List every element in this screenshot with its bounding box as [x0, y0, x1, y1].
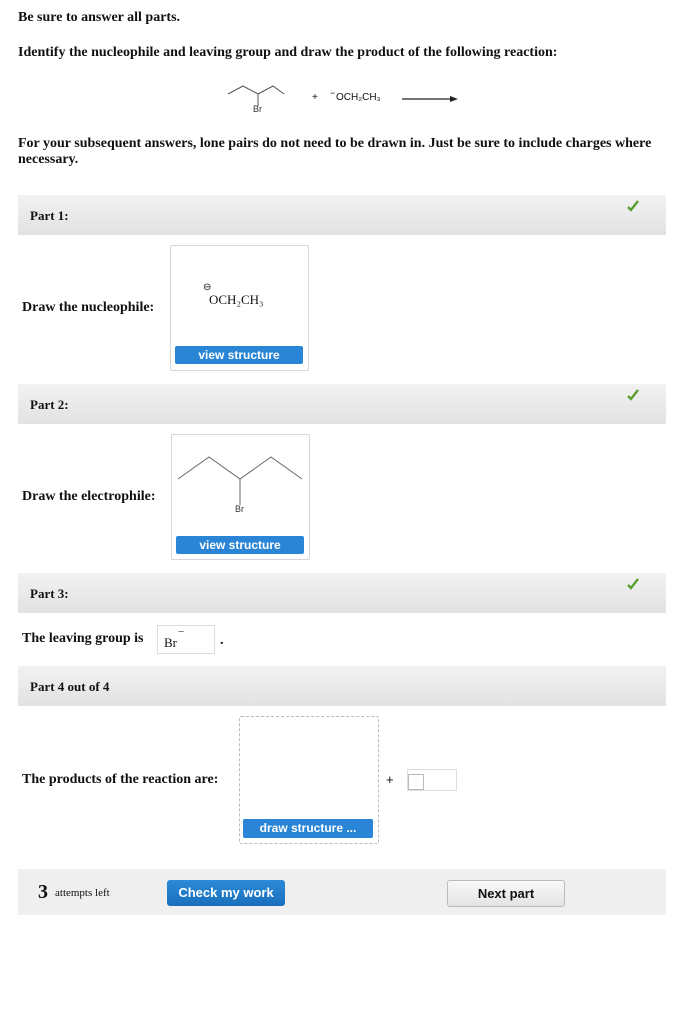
part-4-title: Part 4 out of 4 [30, 679, 110, 694]
reagent-ethoxide: OCH₂CH₃ [336, 92, 381, 103]
part-3-prompt: The leaving group is [22, 631, 144, 646]
electrophile-br-label: Br [235, 504, 244, 514]
view-structure-button[interactable]: view structure [175, 346, 303, 364]
part-3-header: Part 3: [18, 573, 666, 613]
leaving-group-answer-field[interactable]: − Br [157, 625, 215, 654]
sentence-period: . [220, 633, 224, 648]
instruction-line-2: Identify the nucleophile and leaving gro… [18, 45, 558, 60]
part-1-header: Part 1: [18, 195, 666, 235]
input-cursor-box [408, 774, 424, 790]
reaction-arrow-icon [402, 96, 458, 102]
reagent-charge: − [330, 88, 336, 98]
attempts-label: attempts left [55, 887, 110, 899]
product-drawing-area[interactable]: draw structure ... [239, 716, 379, 844]
product-plus: + [386, 772, 394, 787]
footer-bar: 3 attempts left Check my work Next part [18, 869, 666, 915]
view-structure-button[interactable]: view structure [176, 536, 304, 554]
part-2-title: Part 2: [30, 397, 69, 412]
electrophile-skeleton [177, 456, 303, 505]
checkmark-icon [627, 389, 639, 401]
second-product-field[interactable] [407, 769, 457, 791]
next-part-button[interactable]: Next part [447, 880, 565, 907]
instruction-line-3: For your subsequent answers, lone pairs … [18, 136, 652, 167]
answer-charge: − [178, 626, 185, 638]
attempts-count: 3 [38, 881, 48, 903]
part-1-title: Part 1: [30, 208, 69, 223]
part-4-prompt: The products of the reaction are: [22, 772, 219, 787]
electrophile-structure-box[interactable]: Br view structure [171, 434, 310, 560]
part-2-prompt: Draw the electrophile: [22, 489, 156, 504]
answer-value: Br [164, 635, 177, 650]
part-4-header: Part 4 out of 4 [18, 666, 666, 706]
nucleophile-formula: OCH₂CH₃ [209, 292, 264, 307]
reaction-plus: + [312, 92, 318, 103]
part-2-header: Part 2: [18, 384, 666, 424]
checkmark-icon [627, 578, 639, 590]
reaction-scheme: Br + − OCH₂CH₃ [220, 72, 470, 122]
instruction-line-1: Be sure to answer all parts. [18, 10, 181, 25]
reactant-br-label: Br [253, 104, 262, 114]
checkmark-icon [627, 200, 639, 212]
check-my-work-button[interactable]: Check my work [167, 880, 285, 906]
part-3-title: Part 3: [30, 586, 69, 601]
draw-structure-button[interactable]: draw structure ... [243, 819, 373, 838]
part-1-prompt: Draw the nucleophile: [22, 300, 155, 315]
nucleophile-structure-box[interactable]: ⊖ OCH₂CH₃ view structure [170, 245, 309, 371]
